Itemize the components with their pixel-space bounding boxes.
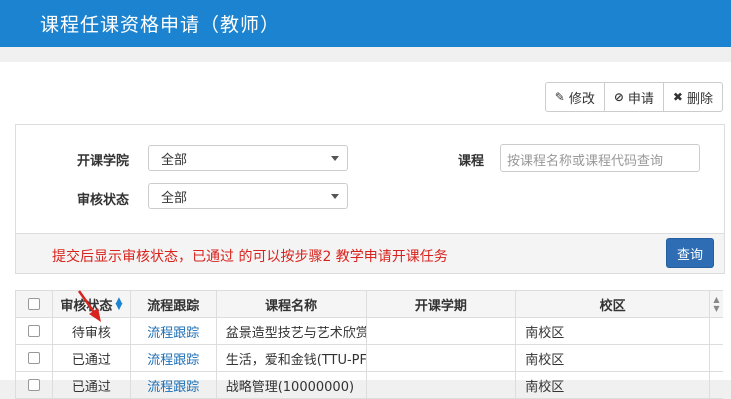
row-select-cell bbox=[16, 345, 53, 371]
select-all-checkbox[interactable] bbox=[27, 298, 40, 310]
toolbar: ✎ 修改 ⊘ 申请 ✖ 删除 bbox=[544, 82, 723, 112]
close-icon: ✖ bbox=[672, 90, 683, 104]
application-table: 审核状态 ▲ ▼ 流程跟踪 课程名称 开课学期 校区 ▲ ▼ 待审核 流程跟踪 盆… bbox=[15, 290, 723, 399]
track-cell: 流程跟踪 bbox=[131, 372, 217, 398]
college-label: 开课学院 bbox=[77, 154, 130, 169]
track-link[interactable]: 流程跟踪 bbox=[147, 376, 199, 395]
track-link[interactable]: 流程跟踪 bbox=[147, 349, 199, 368]
query-button[interactable]: 查询 bbox=[666, 238, 714, 268]
edit-icon: ✎ bbox=[554, 90, 565, 104]
delete-button-label: 删除 bbox=[686, 91, 713, 107]
status-select[interactable]: 全部 bbox=[148, 183, 348, 209]
column-header-label: 开课学期 bbox=[414, 298, 467, 314]
row-checkbox[interactable] bbox=[27, 352, 40, 364]
column-header-label: 课程名称 bbox=[265, 298, 318, 314]
course-cell: 盆景造型技艺与艺术欣赏 bbox=[217, 318, 367, 344]
track-link[interactable]: 流程跟踪 bbox=[147, 322, 199, 341]
campus-cell: 南校区 bbox=[516, 345, 711, 371]
annotation-arrow-icon bbox=[77, 290, 101, 322]
scroll-down-icon[interactable]: ▼ bbox=[713, 304, 719, 313]
sort-icon: ▲ ▼ bbox=[115, 296, 123, 312]
page-title: 课程任课资格申请（教师） bbox=[40, 14, 281, 36]
term-cell bbox=[367, 318, 517, 344]
row-checkbox[interactable] bbox=[27, 325, 40, 337]
column-header-track[interactable]: 流程跟踪 bbox=[131, 291, 217, 317]
table-row[interactable]: 已通过 流程跟踪 战略管理(10000000) 南校区 bbox=[16, 372, 723, 399]
course-label: 课程 bbox=[458, 154, 485, 169]
campus-cell: 南校区 bbox=[516, 318, 711, 344]
term-cell bbox=[367, 345, 517, 371]
chevron-down-icon bbox=[331, 194, 339, 199]
course-cell: 战略管理(10000000) bbox=[217, 372, 367, 398]
row-checkbox[interactable] bbox=[27, 379, 40, 391]
campus-cell: 南校区 bbox=[516, 372, 711, 398]
column-header-course[interactable]: 课程名称 bbox=[217, 291, 367, 317]
page-header: 课程任课资格申请（教师） bbox=[0, 0, 731, 47]
delete-button[interactable]: ✖ 删除 bbox=[662, 82, 723, 112]
row-select-cell bbox=[16, 318, 53, 344]
search-form bbox=[15, 124, 725, 234]
scroll-up-icon[interactable]: ▲ bbox=[713, 295, 719, 304]
scrollbar[interactable]: ▲ ▼ bbox=[710, 291, 723, 317]
apply-button-label: 申请 bbox=[627, 91, 654, 107]
select-all-cell bbox=[16, 291, 53, 317]
edit-button[interactable]: ✎ 修改 bbox=[544, 82, 605, 112]
track-cell: 流程跟踪 bbox=[131, 318, 217, 344]
table-row[interactable]: 已通过 流程跟踪 生活，爱和金钱(TTU-PF 南校区 bbox=[16, 345, 723, 372]
track-cell: 流程跟踪 bbox=[131, 345, 217, 371]
row-select-cell bbox=[16, 372, 53, 398]
apply-button[interactable]: ⊘ 申请 bbox=[603, 82, 664, 112]
table-row[interactable]: 待审核 流程跟踪 盆景造型技艺与艺术欣赏 南校区 bbox=[16, 318, 723, 345]
chevron-down-icon bbox=[331, 156, 339, 161]
scrollbar-track[interactable] bbox=[710, 372, 723, 398]
column-header-label: 校区 bbox=[599, 298, 626, 314]
course-search-input[interactable]: 按课程名称或课程代码查询 bbox=[500, 144, 700, 172]
term-cell bbox=[367, 372, 517, 398]
college-select-value: 全部 bbox=[161, 153, 188, 168]
instruction-note: 提交后显示审核状态，已通过 的可以按步骤2 教学申请开课任务 bbox=[52, 249, 448, 265]
column-header-campus[interactable]: 校区 bbox=[516, 291, 710, 317]
table-header: 审核状态 ▲ ▼ 流程跟踪 课程名称 开课学期 校区 ▲ ▼ bbox=[16, 290, 723, 318]
ban-icon: ⊘ bbox=[613, 90, 624, 104]
college-select[interactable]: 全部 bbox=[148, 145, 348, 171]
course-cell: 生活，爱和金钱(TTU-PF bbox=[217, 345, 367, 371]
column-header-label: 流程跟踪 bbox=[147, 298, 200, 314]
status-cell: 已通过 bbox=[53, 345, 131, 371]
scrollbar-track[interactable] bbox=[710, 318, 723, 344]
status-label: 审核状态 bbox=[77, 193, 130, 208]
status-select-value: 全部 bbox=[161, 191, 188, 206]
status-cell: 已通过 bbox=[53, 372, 131, 398]
scrollbar-track[interactable] bbox=[710, 345, 723, 371]
edit-button-label: 修改 bbox=[568, 91, 595, 107]
column-header-term[interactable]: 开课学期 bbox=[367, 291, 517, 317]
